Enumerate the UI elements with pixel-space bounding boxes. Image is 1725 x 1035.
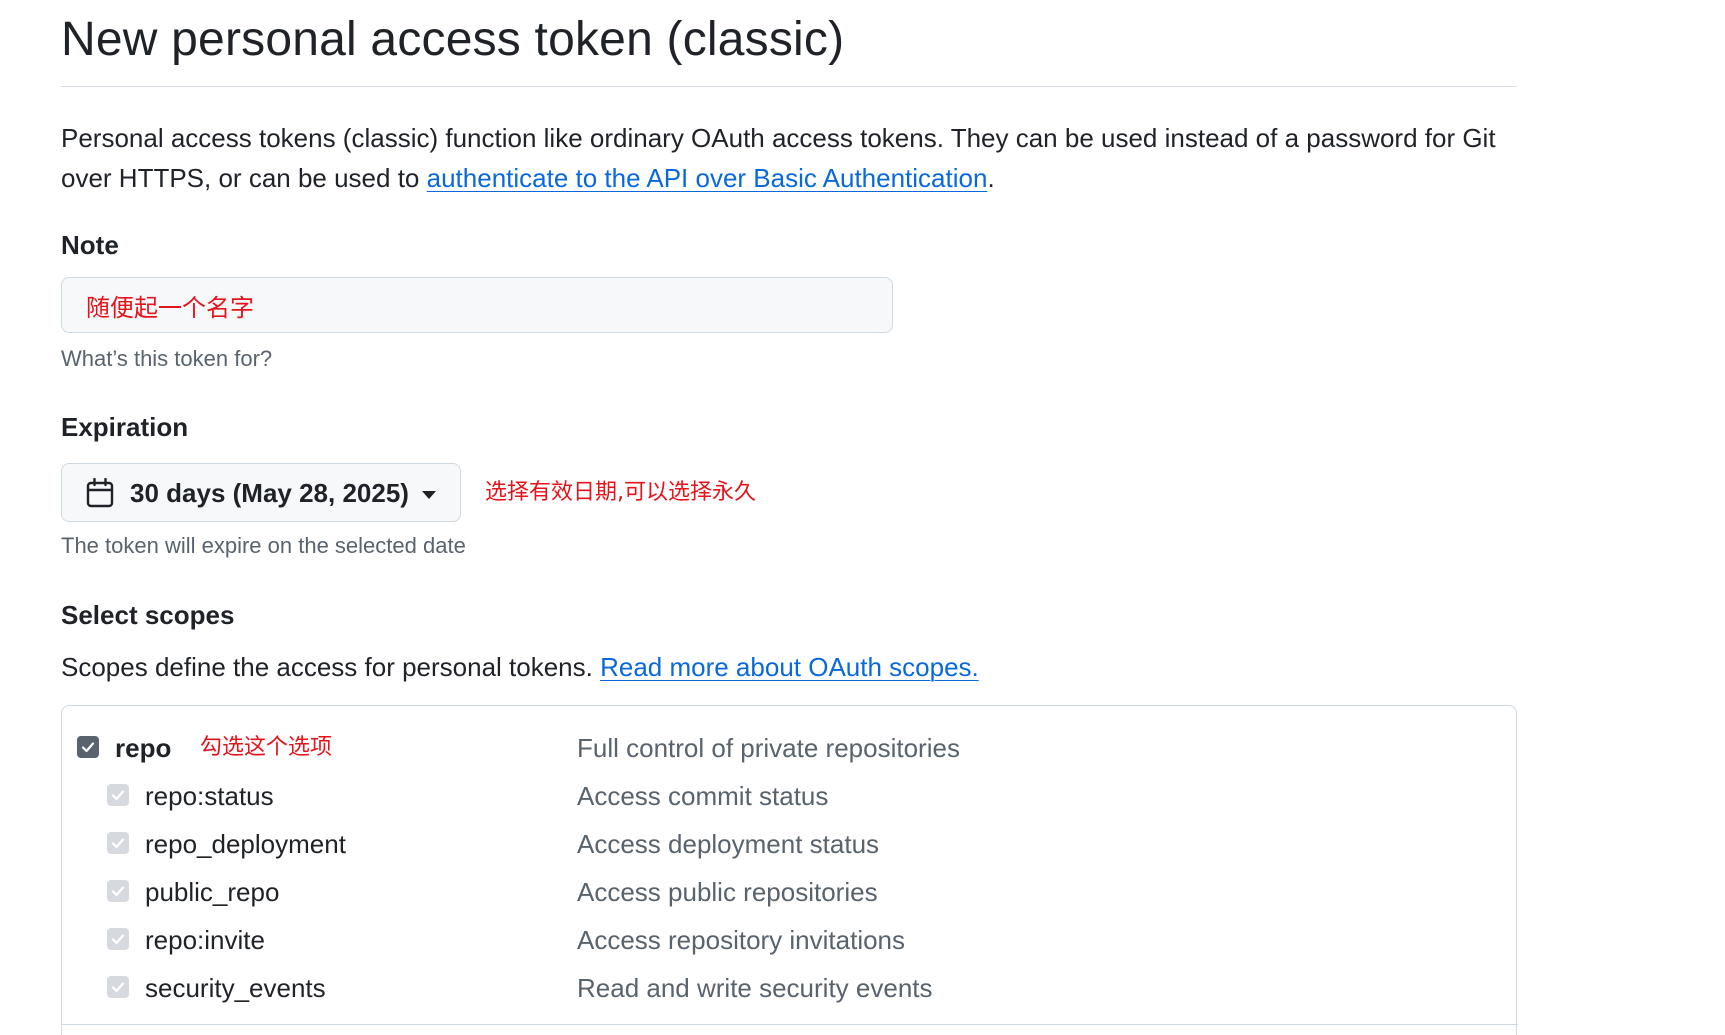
check-icon (111, 934, 125, 945)
expiration-value: 30 days (May 28, 2025) (130, 478, 409, 508)
check-icon (81, 742, 95, 753)
check-icon (111, 886, 125, 897)
scope-row-security-events: security_events Read and write security … (62, 967, 1518, 1011)
title-divider (61, 86, 1517, 87)
calendar-icon (86, 478, 114, 508)
expiration-hint: The token will expire on the selected da… (61, 533, 466, 558)
intro-text-after: . (987, 163, 995, 193)
scope-checkbox-repo-invite[interactable] (107, 928, 129, 950)
scope-row-public-repo: public_repo Access public repositories (62, 871, 1518, 915)
scope-desc-repo-deployment: Access deployment status (577, 829, 880, 859)
scope-checkbox-repo[interactable] (77, 736, 99, 758)
scope-name-repo-deployment: repo_deployment (145, 829, 346, 859)
note-hint: What’s this token for? (61, 346, 273, 371)
scope-checkbox-security-events[interactable] (107, 976, 129, 998)
expiration-annotation: 选择有效日期,可以选择永久 (485, 480, 756, 505)
check-icon (111, 982, 125, 993)
scope-desc-security-events: Read and write security events (577, 973, 933, 1003)
note-input[interactable] (61, 277, 893, 333)
scope-row-repo-invite: repo:invite Access repository invitation… (62, 919, 1518, 963)
scope-checkbox-public-repo[interactable] (107, 880, 129, 902)
expiration-label: Expiration (61, 412, 189, 442)
scope-checkbox-repo-status[interactable] (107, 784, 129, 806)
scope-name-repo-status: repo:status (145, 781, 274, 811)
scope-desc-repo-status: Access commit status (577, 781, 829, 811)
basic-auth-link[interactable]: authenticate to the API over Basic Authe… (427, 163, 988, 193)
scope-desc-repo-invite: Access repository invitations (577, 925, 906, 955)
scope-row-repo: repo 勾选这个选项 Full control of private repo… (62, 727, 1518, 771)
triangle-down-icon (422, 491, 436, 499)
expiration-select[interactable]: 30 days (May 28, 2025) (61, 463, 461, 522)
check-icon (111, 838, 125, 849)
check-icon (111, 790, 125, 801)
scopes-description-text: Scopes define the access for personal to… (61, 652, 601, 682)
scopes-divider (62, 1024, 1518, 1025)
scope-row-repo-status: repo:status Access commit status (62, 775, 1518, 819)
intro-text: Personal access tokens (classic) functio… (61, 118, 1517, 198)
repo-annotation: 勾选这个选项 (200, 735, 333, 760)
scopes-description: Scopes define the access for personal to… (61, 649, 979, 685)
page-title: New personal access token (classic) (61, 13, 845, 66)
scope-name-public-repo: public_repo (145, 877, 280, 907)
scope-desc-public-repo: Access public repositories (577, 877, 878, 907)
scope-checkbox-repo-deployment[interactable] (107, 832, 129, 854)
note-label: Note (61, 230, 119, 260)
oauth-scopes-link[interactable]: Read more about OAuth scopes. (600, 652, 979, 682)
scope-name-security-events: security_events (145, 973, 326, 1003)
scopes-list: repo 勾选这个选项 Full control of private repo… (61, 705, 1518, 1035)
scope-name-repo: repo (115, 733, 172, 763)
scope-name-repo-invite: repo:invite (145, 925, 265, 955)
scopes-label: Select scopes (61, 600, 235, 630)
scope-desc-repo: Full control of private repositories (577, 733, 960, 763)
scope-row-repo-deployment: repo_deployment Access deployment status (62, 823, 1518, 867)
